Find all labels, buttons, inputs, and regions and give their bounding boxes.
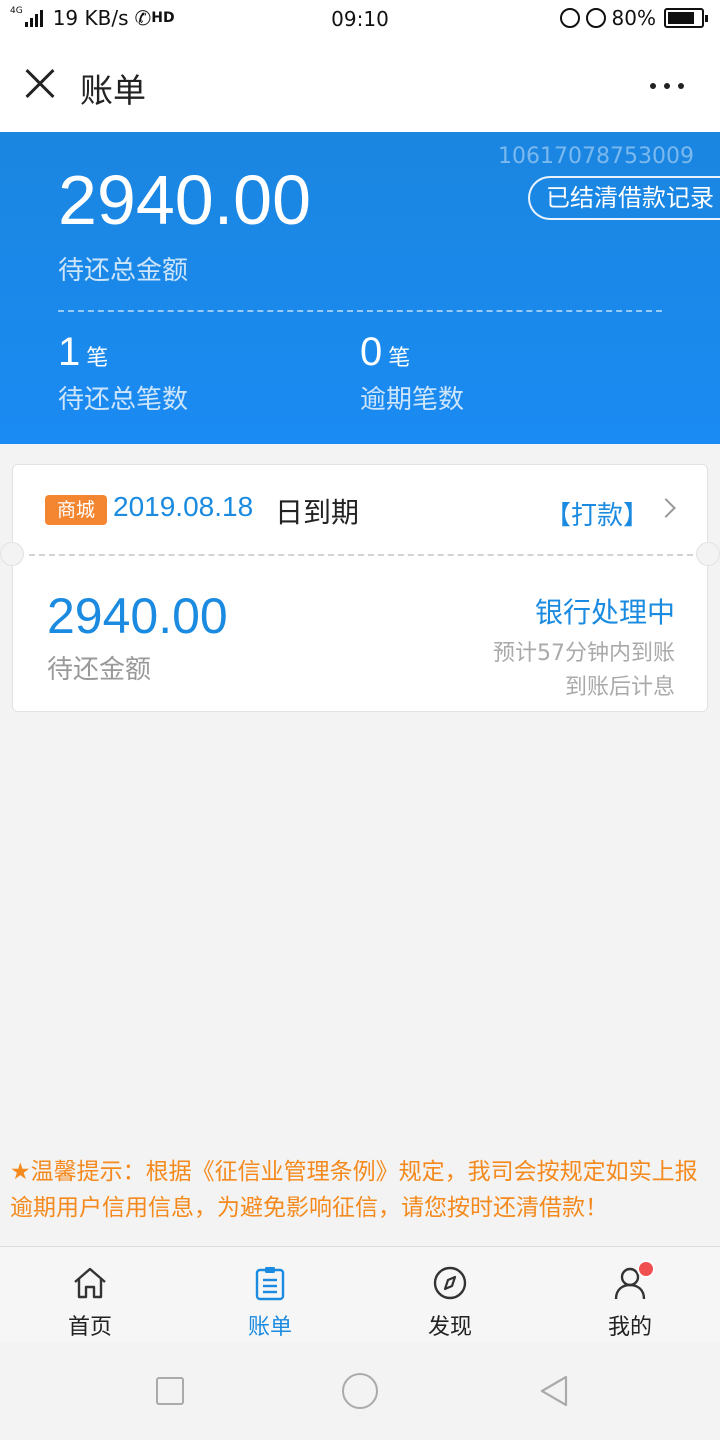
home-icon	[74, 1267, 106, 1299]
tab-bill[interactable]: 账单	[180, 1247, 360, 1342]
total-amount-label: 待还总金额	[58, 256, 189, 286]
battery-icon	[664, 8, 708, 28]
due-suffix: 日到期	[275, 496, 360, 529]
bill-card[interactable]: 商城 2019.08.18 日到期 【打款】 2940.00 待还金额 银行处理…	[0, 464, 720, 712]
tab-label: 发现	[427, 1315, 472, 1340]
ticket-notch-right	[696, 542, 720, 566]
alarm-icon	[585, 8, 606, 28]
pending-count-stat: 1 笔 待还总笔数	[58, 330, 188, 416]
pending-unit: 笔	[86, 346, 109, 371]
page-title: 账单	[80, 71, 146, 110]
tab-label: 首页	[67, 1315, 112, 1340]
nav-bar: 账单	[0, 38, 720, 132]
more-icon[interactable]	[642, 83, 684, 89]
pending-count: 1	[58, 330, 81, 374]
processing-eta: 预计57分钟内到账	[493, 641, 675, 666]
home-button-icon[interactable]	[342, 1373, 378, 1409]
warm-tip: ★温馨提示：根据《征信业管理条例》规定，我司会按规定如实上报逾期用户信用信息，为…	[10, 1159, 698, 1221]
account-number: 10617078753009	[498, 144, 694, 169]
status-bar: 4G 19 KB/s ✆ HD 09:10 80%	[0, 0, 720, 38]
overdue-unit: 笔	[388, 346, 411, 371]
ticket-notch-left	[0, 542, 24, 566]
overdue-count-stat: 0 笔 逾期笔数	[360, 330, 464, 416]
pending-count-label: 待还总笔数	[58, 385, 189, 415]
chevron-right-icon[interactable]	[656, 498, 676, 518]
close-icon[interactable]	[24, 68, 56, 100]
rotation-lock-icon	[559, 8, 580, 28]
tab-bar: 首页 账单 发现 我的	[0, 1246, 720, 1342]
recent-apps-icon[interactable]	[156, 1377, 184, 1405]
processing-status: 银行处理中	[534, 596, 675, 629]
status-right: 80%	[559, 6, 708, 30]
bill-icon	[255, 1267, 285, 1301]
tab-home[interactable]: 首页	[0, 1247, 180, 1342]
total-amount: 2940.00	[58, 161, 312, 239]
card-divider	[29, 554, 693, 556]
battery-fill	[668, 12, 694, 24]
pay-link[interactable]: 【打款】	[545, 495, 649, 532]
compass-icon	[433, 1266, 467, 1300]
settled-history-button[interactable]: 已结清借款记录	[528, 176, 720, 220]
notification-dot	[637, 1260, 655, 1278]
mall-badge: 商城	[45, 495, 107, 525]
battery-percent: 80%	[611, 6, 656, 30]
tab-label: 我的	[607, 1315, 652, 1340]
back-icon[interactable]	[538, 1374, 570, 1408]
due-date: 2019.08.18	[113, 491, 254, 522]
system-nav-bar	[0, 1342, 720, 1440]
tab-mine[interactable]: 我的	[540, 1247, 720, 1342]
divider	[58, 310, 662, 312]
overdue-count-label: 逾期笔数	[360, 385, 465, 415]
overdue-count: 0	[360, 330, 383, 374]
due-amount-label: 待还金额	[47, 655, 152, 685]
summary-banner: 10617078753009 2940.00 待还总金额 已结清借款记录 1 笔…	[0, 132, 720, 444]
due-amount: 2940.00	[47, 588, 228, 644]
tab-label: 账单	[247, 1315, 292, 1340]
tab-discover[interactable]: 发现	[360, 1247, 540, 1342]
bill-card-header[interactable]: 商城 2019.08.18 日到期 【打款】	[13, 465, 707, 555]
processing-note: 到账后计息	[564, 675, 675, 700]
